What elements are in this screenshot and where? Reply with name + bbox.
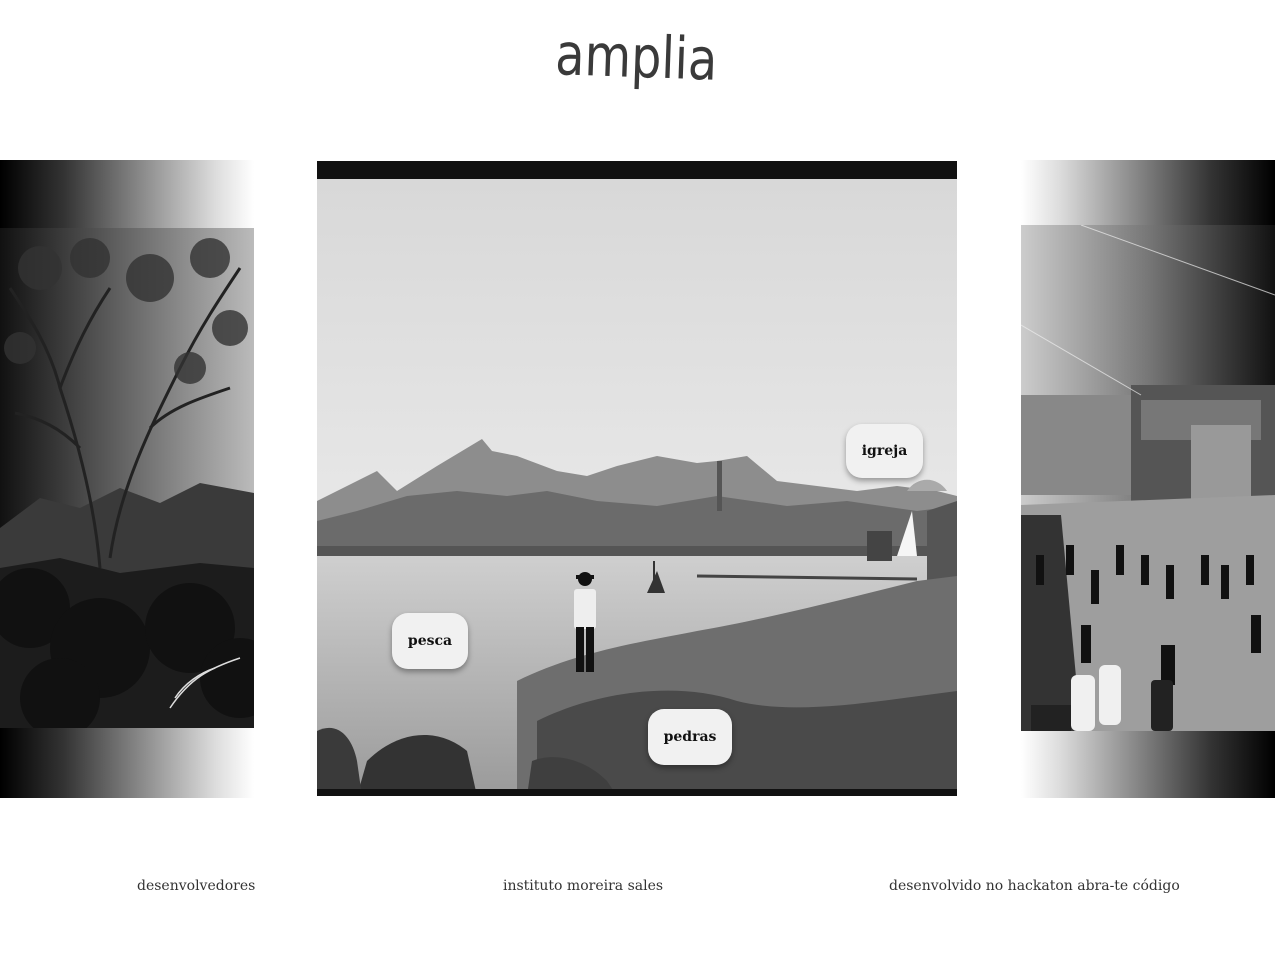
gallery-next-photo[interactable] bbox=[1021, 225, 1275, 731]
gallery-prev-photo[interactable] bbox=[0, 228, 254, 728]
main-photo[interactable] bbox=[317, 161, 957, 796]
footer-link-developers[interactable]: desenvolvedores bbox=[137, 878, 255, 894]
tag-pesca-button[interactable]: pesca bbox=[392, 613, 468, 669]
tag-pedras-button[interactable]: pedras bbox=[648, 709, 732, 765]
footer-link-hackaton[interactable]: desenvolvido no hackaton abra-te código bbox=[889, 878, 1180, 894]
gallery-next-panel[interactable] bbox=[1021, 160, 1275, 798]
gallery-prev-panel[interactable] bbox=[0, 160, 254, 798]
tag-igreja-button[interactable]: igreja bbox=[846, 424, 923, 478]
logo[interactable]: amplia bbox=[553, 22, 723, 102]
footer-link-ims[interactable]: instituto moreira sales bbox=[503, 878, 663, 894]
logo-text: amplia bbox=[554, 22, 718, 94]
